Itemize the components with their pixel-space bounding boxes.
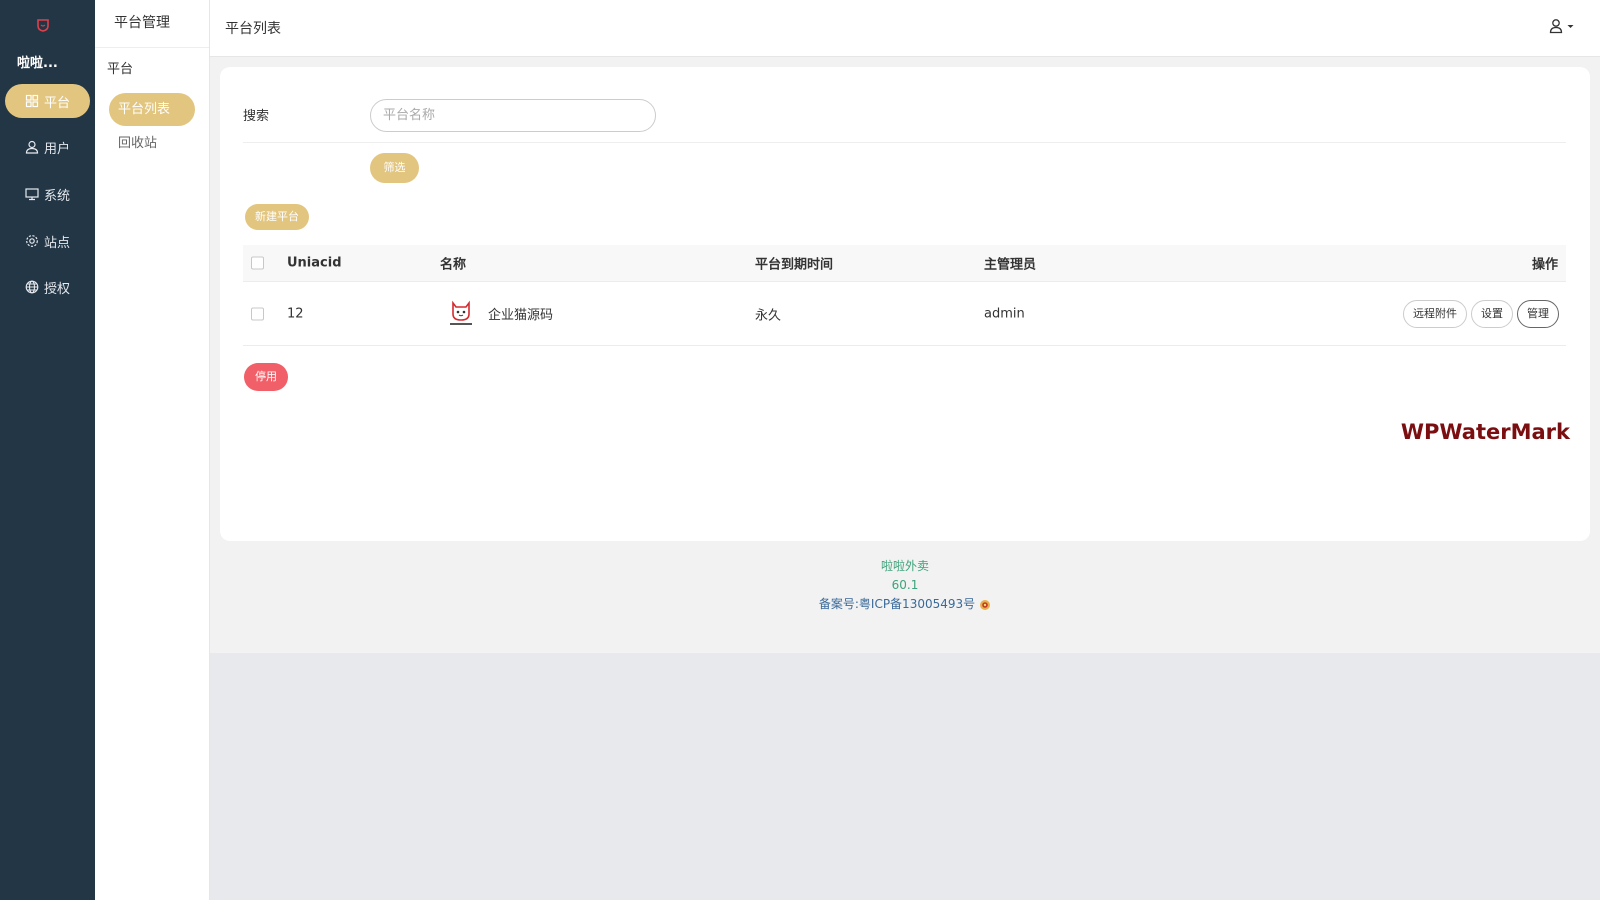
footer: 啦啦外卖 60.1 备案号:粤ICP备13005493号 <box>210 557 1600 614</box>
remote-attachment-button[interactable]: 远程附件 <box>1403 299 1467 328</box>
uniacid-cell: 12 <box>287 306 304 321</box>
user-dropdown-icon <box>1549 19 1563 34</box>
sidebar-item-label: 站点 <box>43 235 70 251</box>
site-name: 啦啦... <box>17 56 58 71</box>
sidebar-item-user[interactable]: 用户 <box>5 130 90 164</box>
footer-app-name: 啦啦外卖 <box>880 559 929 573</box>
new-platform-button[interactable]: 新建平台 <box>245 204 309 230</box>
column-header: 平台到期时间 <box>755 257 834 273</box>
user-dropdown[interactable] <box>1549 18 1574 34</box>
subnav-group-label: 平台 <box>107 62 134 77</box>
monitor-icon <box>25 188 39 201</box>
sidebar-item-label: 平台 <box>43 95 70 111</box>
disable-button[interactable]: 停用 <box>244 363 288 391</box>
operation-buttons: 远程附件 设置 管理 <box>1403 299 1559 328</box>
sub-sidebar: 平台管理 平台 平台列表 回收站 <box>95 0 210 900</box>
search-input[interactable] <box>370 99 656 132</box>
column-header: 主管理员 <box>984 257 1037 273</box>
divider <box>243 142 1566 143</box>
footer-icp-link[interactable]: 备案号:粤ICP备13005493号 <box>819 595 991 614</box>
platform-name: 企业猫源码 <box>488 308 554 323</box>
subnav-title: 平台管理 <box>95 0 209 48</box>
sidebar-item-site[interactable]: 站点 <box>5 224 90 258</box>
expire-cell: 永久 <box>755 308 782 323</box>
subnav-item-recycle-bin[interactable]: 回收站 <box>109 127 195 160</box>
table-row: 12 企业猫源码 永久 admin 远程附件 设置 管理 <box>243 282 1566 346</box>
platform-logo-icon <box>450 300 472 325</box>
user-icon <box>25 140 39 154</box>
top-header: 平台列表 <box>210 0 1600 57</box>
column-header: 操作 <box>1531 257 1558 273</box>
footer-version: 60.1 <box>891 578 919 592</box>
chevron-down-icon <box>1567 24 1574 28</box>
police-badge-icon <box>980 599 991 610</box>
watermark-text: WPWaterMark <box>1400 420 1570 444</box>
gear-icon <box>26 235 38 247</box>
content-card: 搜索 筛选 新建平台 Uniacid 名称 平台到期时间 主管理员 操作 12 <box>220 67 1590 541</box>
settings-button[interactable]: 设置 <box>1471 299 1513 328</box>
logo-icon <box>37 19 49 32</box>
sidebar-item-license[interactable]: 授权 <box>5 270 90 304</box>
column-header: Uniacid <box>287 255 342 271</box>
filter-button[interactable]: 筛选 <box>370 153 419 183</box>
icp-text: 备案号:粤ICP备13005493号 <box>818 597 976 611</box>
globe-icon <box>25 280 39 294</box>
main-content: 搜索 筛选 新建平台 Uniacid 名称 平台到期时间 主管理员 操作 12 <box>210 57 1600 653</box>
manage-button[interactable]: 管理 <box>1517 299 1559 328</box>
select-all-checkbox[interactable] <box>251 256 264 270</box>
main-sidebar: 啦啦... 平台 用户 系统 站点 授权 <box>0 0 95 900</box>
sidebar-item-platform[interactable]: 平台 <box>5 84 90 118</box>
search-label: 搜索 <box>243 109 270 124</box>
page-title: 平台列表 <box>225 21 281 37</box>
table-header: Uniacid 名称 平台到期时间 主管理员 操作 <box>243 245 1566 282</box>
platform-table: Uniacid 名称 平台到期时间 主管理员 操作 12 企业猫源码 永久 ad… <box>243 245 1566 346</box>
admin-cell: admin <box>984 306 1025 321</box>
name-cell: 企业猫源码 <box>446 299 553 329</box>
grid-icon <box>25 94 39 108</box>
row-checkbox[interactable] <box>251 307 264 320</box>
sidebar-item-system[interactable]: 系统 <box>5 177 90 211</box>
column-header: 名称 <box>440 257 467 273</box>
sidebar-item-label: 系统 <box>43 188 70 204</box>
sidebar-item-label: 用户 <box>43 141 70 157</box>
sidebar-item-label: 授权 <box>43 281 70 297</box>
subnav-item-platform-list[interactable]: 平台列表 <box>109 93 195 126</box>
